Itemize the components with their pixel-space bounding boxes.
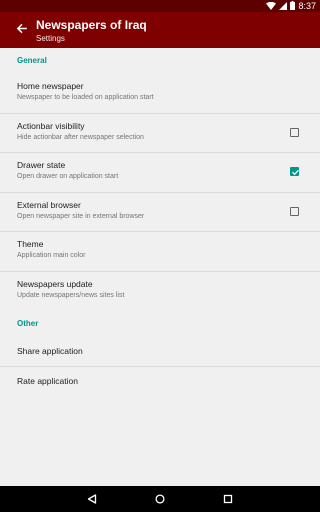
pref-title: Newspapers update [17,278,93,289]
drawer-state-checkbox[interactable] [290,167,299,176]
status-icons: 8:37 [266,0,316,12]
pref-summary: Hide actionbar after newspaper selection [17,133,144,141]
app-title: Newspapers of Iraq [36,18,147,32]
app-bar: Newspapers of Iraq Settings [0,12,320,48]
nav-home-button[interactable] [151,490,169,508]
status-bar: 8:37 [0,0,320,12]
navigation-bar [0,486,320,512]
pref-summary: Newspaper to be loaded on application st… [17,94,154,101]
pref-summary: Update newspapers/news sites list [17,291,125,299]
nav-recents-button[interactable] [219,490,237,508]
pref-theme[interactable]: Theme Application main color [0,232,320,272]
pref-title: Drawer state [17,160,66,170]
pref-title: Home newspaper [17,81,84,91]
pref-external-browser[interactable]: External browser Open newspaper site in … [0,193,320,232]
pref-home-newspaper[interactable]: Home newspaper Newspaper to be loaded on… [0,74,320,114]
pref-title: External browser [17,199,81,210]
app-subtitle: Settings [36,34,65,43]
pref-share-application[interactable]: Share application [0,337,320,367]
home-circle-icon [155,494,165,504]
status-time: 8:37 [298,1,316,11]
pref-drawer-state[interactable]: Drawer state Open drawer on application … [0,153,320,193]
pref-title: Share application [17,346,83,356]
settings-list: General Home newspaper Newspaper to be l… [0,48,320,393]
pref-title: Actionbar visibility [17,120,85,131]
pref-rate-application[interactable]: Rate application [0,367,320,394]
pref-summary: Open drawer on application start [17,173,119,180]
pref-actionbar-visibility[interactable]: Actionbar visibility Hide actionbar afte… [0,114,320,153]
actionbar-visibility-checkbox[interactable] [290,127,299,137]
pref-summary: Application main color [17,252,86,259]
recents-square-icon [223,494,233,504]
section-header-other: Other [17,319,39,328]
checkmark-icon [292,169,299,176]
pref-summary: Open newspaper site in external browser [17,212,145,220]
arrow-left-icon [16,21,27,39]
nav-back-button[interactable] [83,490,101,508]
back-arrow-button[interactable] [10,20,32,40]
pref-newspapers-update[interactable]: Newspapers update Update newspapers/news… [0,272,320,312]
section-header-general: General [17,56,47,65]
back-triangle-icon [87,494,97,504]
pref-title: Rate application [17,375,78,386]
external-browser-checkbox[interactable] [290,206,299,216]
pref-title: Theme [17,239,44,249]
